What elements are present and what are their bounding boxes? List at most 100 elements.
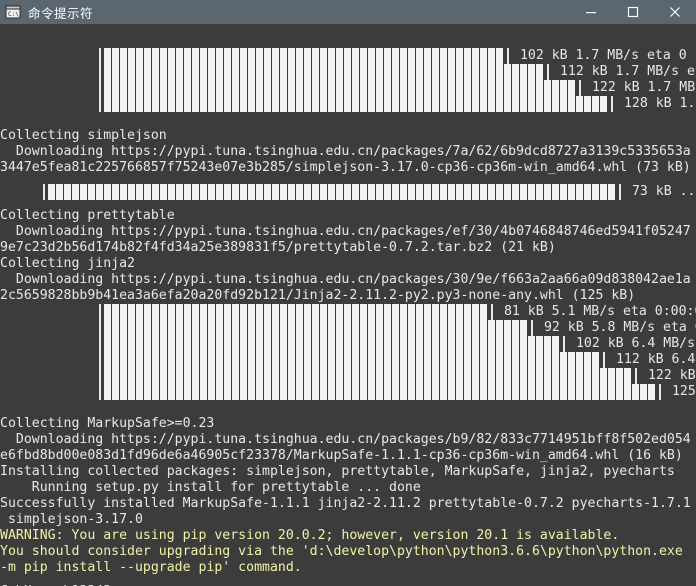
- progress-block: [488, 336, 496, 352]
- console-output-area[interactable]: 102 kB 1.7 MB/s eta 0 112 kB 1.7 MB/s et…: [0, 24, 696, 586]
- progress-block: [376, 320, 384, 336]
- progress-block: [208, 384, 216, 400]
- progress-block: [120, 48, 128, 64]
- console-text-line: Collecting jinja2: [0, 256, 135, 271]
- progress-block: [328, 320, 336, 336]
- progress-block: [312, 352, 320, 368]
- progress-block: [408, 320, 416, 336]
- progress-block: [280, 384, 288, 400]
- progress-block: [400, 368, 408, 384]
- progress-block: [360, 336, 368, 352]
- progress-block: [336, 64, 344, 80]
- progress-block: [528, 80, 536, 96]
- progress-block: [248, 352, 256, 368]
- progress-block: [184, 304, 192, 320]
- progress-block: [392, 184, 400, 200]
- progress-bar-left-edge: [96, 320, 104, 336]
- progress-block: [520, 80, 528, 96]
- console-text-line: Installing collected packages: simplejso…: [0, 464, 675, 479]
- progress-block: [248, 304, 256, 320]
- progress-stats-text: 102 kB 1.7 MB/s eta 0: [512, 48, 687, 63]
- download-progress-row: 128 kB 1.7 MB/s: [0, 96, 696, 112]
- progress-block: [384, 352, 392, 368]
- title-bar[interactable]: C:\ 命令提示符: [0, 0, 696, 24]
- progress-indent: [0, 368, 96, 384]
- progress-block: [488, 184, 496, 200]
- progress-block: [384, 184, 392, 200]
- progress-block: [464, 352, 472, 368]
- progress-block: [152, 64, 160, 80]
- progress-block: [560, 80, 568, 96]
- progress-block: [224, 64, 232, 80]
- progress-block: [440, 368, 448, 384]
- progress-block: [368, 320, 376, 336]
- progress-block: [600, 384, 608, 400]
- progress-block: [152, 96, 160, 112]
- progress-bar-right-edge: [656, 384, 664, 400]
- progress-block: [424, 64, 432, 80]
- progress-block: [432, 368, 440, 384]
- progress-block: [432, 96, 440, 112]
- progress-block: [272, 96, 280, 112]
- progress-block: [176, 64, 184, 80]
- progress-block: [216, 320, 224, 336]
- maximize-button[interactable]: [612, 0, 654, 24]
- progress-block: [536, 352, 544, 368]
- progress-block: [152, 352, 160, 368]
- progress-stats-text: 102 kB 6.4 MB/s eta 0: [575, 336, 696, 351]
- progress-bar-fill: [104, 304, 488, 320]
- progress-block: [264, 320, 272, 336]
- progress-block: [360, 184, 368, 200]
- progress-block: [456, 336, 464, 352]
- progress-block: [136, 368, 144, 384]
- progress-block: [520, 368, 528, 384]
- progress-block: [440, 320, 448, 336]
- progress-bar-left-edge: [96, 368, 104, 384]
- progress-block: [536, 64, 544, 80]
- progress-block: [216, 64, 224, 80]
- progress-block: [504, 184, 512, 200]
- progress-block: [600, 368, 608, 384]
- progress-bar-fill: [104, 320, 528, 336]
- progress-block: [224, 368, 232, 384]
- console-text-line: Collecting simplejson: [0, 128, 167, 143]
- progress-block: [416, 368, 424, 384]
- progress-block: [248, 64, 256, 80]
- download-progress-row: 122 kB 6.4 MB/s: [0, 368, 696, 384]
- progress-stats-text: 122 kB 1.7 MB/s: [591, 80, 696, 95]
- progress-block: [168, 80, 176, 96]
- progress-block: [400, 336, 408, 352]
- progress-block: [200, 368, 208, 384]
- progress-block: [416, 304, 424, 320]
- progress-block: [136, 384, 144, 400]
- progress-block: [416, 48, 424, 64]
- progress-block: [264, 352, 272, 368]
- progress-block: [592, 368, 600, 384]
- progress-block: [168, 320, 176, 336]
- progress-block: [144, 352, 152, 368]
- progress-block: [328, 352, 336, 368]
- progress-block: [496, 352, 504, 368]
- progress-block: [592, 96, 600, 112]
- progress-block: [360, 304, 368, 320]
- progress-block: [608, 384, 616, 400]
- progress-block: [240, 352, 248, 368]
- progress-block: [224, 352, 232, 368]
- progress-block: [224, 80, 232, 96]
- progress-block: [400, 64, 408, 80]
- progress-block: [448, 80, 456, 96]
- progress-stats-text: 112 kB 6.4 MB/s et: [615, 352, 696, 367]
- progress-block: [176, 184, 184, 200]
- progress-block: [320, 384, 328, 400]
- progress-stats-text: 122 kB 6.4 MB/s: [647, 368, 696, 383]
- minimize-button[interactable]: [570, 0, 612, 24]
- progress-block: [160, 304, 168, 320]
- progress-block: [280, 64, 288, 80]
- progress-block: [184, 368, 192, 384]
- progress-block: [432, 320, 440, 336]
- close-button[interactable]: [654, 0, 696, 24]
- progress-block: [472, 80, 480, 96]
- progress-block: [272, 336, 280, 352]
- progress-block: [216, 80, 224, 96]
- progress-block: [160, 352, 168, 368]
